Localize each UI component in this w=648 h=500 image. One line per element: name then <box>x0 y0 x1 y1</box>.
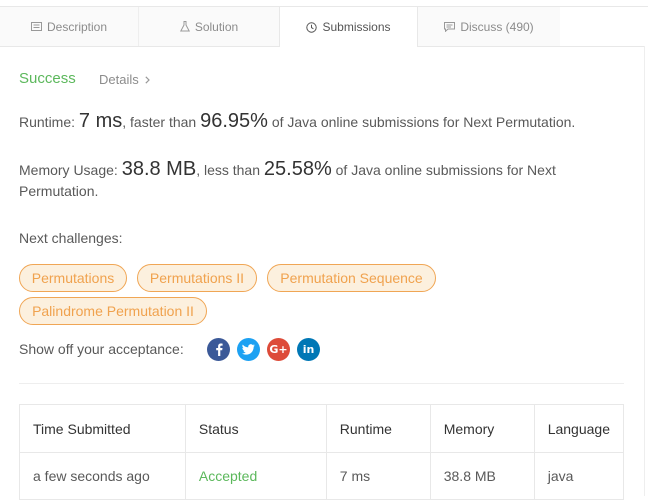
memory-stats: Memory Usage: 38.8 MB, less than 25.58% … <box>19 159 619 202</box>
tab-solution[interactable]: Solution <box>139 7 279 46</box>
tab-description-label: Description <box>46 19 108 34</box>
runtime-percent: 96.95% <box>200 110 268 132</box>
cell-time: a few seconds ago <box>19 452 186 500</box>
memory-percent: 25.58% <box>263 158 332 180</box>
tab-submissions[interactable]: Submissions <box>279 7 418 47</box>
runtime-suffix: of Java online submissions for Next Perm… <box>267 114 576 130</box>
cell-runtime: 7 ms <box>325 452 431 500</box>
status-text: Success <box>19 70 76 87</box>
tab-submissions-label: Submissions <box>322 20 391 34</box>
cell-status-link[interactable]: Accepted <box>184 452 327 500</box>
runtime-prefix: Runtime: <box>19 114 79 130</box>
cell-memory: 38.8 MB <box>429 452 535 500</box>
chevron-right-icon <box>145 75 150 84</box>
challenge-tag-permutations-ii[interactable]: Permutations II <box>137 264 257 292</box>
twitter-icon[interactable] <box>237 338 260 361</box>
details-label: Details <box>99 72 139 87</box>
challenge-tag-palindrome-permutation-ii[interactable]: Palindrome Permutation II <box>19 297 207 325</box>
column-header-status[interactable]: Status <box>184 404 327 453</box>
column-header-time[interactable]: Time Submitted <box>19 404 186 453</box>
tab-solution-label: Solution <box>194 19 239 34</box>
memory-mid: , less than <box>196 162 264 178</box>
memory-prefix: Memory Usage: <box>19 162 122 178</box>
share-label: Show off your acceptance: <box>19 341 184 357</box>
details-link[interactable]: Details <box>99 72 150 87</box>
tab-discuss[interactable]: Discuss (490) <box>418 7 560 46</box>
column-header-memory[interactable]: Memory <box>429 404 535 453</box>
next-challenges-label: Next challenges: <box>19 230 123 246</box>
challenge-tag-permutation-sequence[interactable]: Permutation Sequence <box>267 264 436 292</box>
table-header-row: Time Submitted Status Runtime Memory Lan… <box>19 404 625 453</box>
facebook-icon[interactable] <box>207 338 230 361</box>
tab-description[interactable]: Description <box>0 7 139 46</box>
table-row: a few seconds ago Accepted 7 ms 38.8 MB … <box>19 452 625 500</box>
memory-value: 38.8 MB <box>121 158 197 180</box>
clock-icon <box>306 21 318 33</box>
flask-icon <box>179 21 190 32</box>
description-icon <box>30 22 42 31</box>
tab-bar: Description Solution Submissions Discuss… <box>0 7 644 47</box>
cell-language: java <box>533 452 625 500</box>
column-header-language[interactable]: Language <box>533 404 625 453</box>
linkedin-icon[interactable]: in <box>297 338 320 361</box>
column-header-runtime[interactable]: Runtime <box>325 404 431 453</box>
section-divider <box>19 383 624 384</box>
comment-icon <box>444 21 456 32</box>
runtime-mid: , faster than <box>122 114 201 130</box>
challenge-tag-permutations[interactable]: Permutations <box>19 264 127 292</box>
tab-discuss-label: Discuss (490) <box>460 19 534 34</box>
runtime-stats: Runtime: 7 ms, faster than 96.95% of Jav… <box>19 111 619 133</box>
runtime-value: 7 ms <box>78 110 123 132</box>
panel-border <box>644 46 645 496</box>
submissions-table: Time Submitted Status Runtime Memory Lan… <box>19 404 625 500</box>
google-plus-icon[interactable]: G+ <box>267 338 290 361</box>
